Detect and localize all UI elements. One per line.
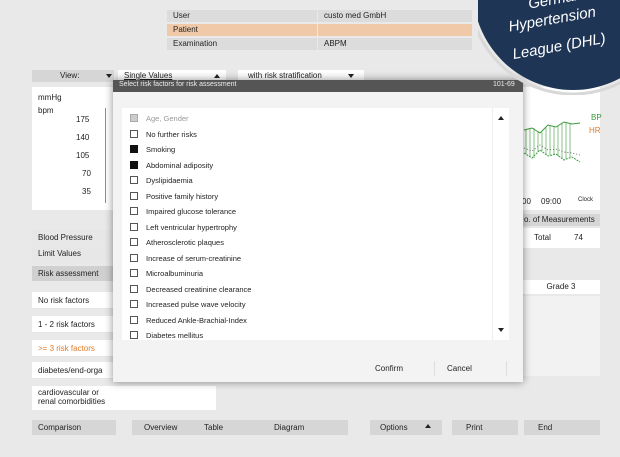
risk-factor-label: No further risks [146, 129, 197, 139]
risk-factor-label: Smoking [146, 145, 176, 154]
diagram-tab[interactable]: Diagram [268, 420, 348, 435]
risk-factor-checkbox[interactable] [130, 160, 138, 169]
risk-factor-label: Dyslipidaemia [146, 176, 193, 185]
options-button[interactable]: Options [370, 420, 442, 435]
risk-factor-checkbox[interactable] [130, 145, 138, 153]
risk-factor-checkbox[interactable] [130, 300, 138, 308]
risk-factor-checkbox[interactable] [130, 284, 138, 293]
blood-pressure-button[interactable]: Blood Pressure [32, 230, 116, 245]
risk-factor-label: Diabetes mellitus [146, 331, 204, 340]
risk-factor-checkbox [130, 114, 138, 122]
confirm-button[interactable]: Confirm [365, 361, 435, 376]
y-tick: 175 [76, 115, 90, 124]
risk-factor-checkbox[interactable] [130, 222, 138, 231]
risk-factor-checkbox[interactable] [130, 207, 138, 215]
risk-factor-label: Impaired glucose tolerance [146, 207, 237, 216]
risk-assessment-tab[interactable]: Risk assessment [32, 266, 116, 281]
comparison-button[interactable]: Comparison [32, 420, 116, 435]
risk-factor-label: Age, Gender [146, 114, 189, 123]
scroll-down-icon[interactable] [498, 328, 504, 332]
table-tab[interactable]: Table [198, 420, 268, 435]
limit-values-button[interactable]: Limit Values [32, 246, 116, 261]
user-label: User [167, 10, 317, 22]
risk-factor-label: Reduced Ankle-Brachial-Index [146, 315, 247, 325]
risk-factor-checkbox[interactable] [130, 238, 138, 246]
risk-factor-label: Increase of serum-creatinine [146, 253, 242, 263]
total-value: 74 [574, 233, 583, 242]
dialog-titlebar: Select risk factors for risk assessment … [113, 80, 523, 92]
exam-label: Examination [167, 38, 317, 50]
y-tick: 70 [82, 169, 91, 178]
risk-factor-list[interactable]: Age, Gender No further risks Smoking Abdomi… [122, 108, 509, 340]
end-button[interactable]: End [524, 420, 600, 435]
bpm-unit: bpm [38, 106, 54, 115]
legend-hr: HR [589, 126, 601, 135]
chevron-up-icon [214, 74, 220, 78]
exam-value: ABPM [318, 38, 472, 50]
grade-column [522, 296, 600, 376]
x-tick-label: 09:00 [541, 197, 562, 206]
risk-row-cardiovascular: cardiovascular or renal comorbidities [32, 386, 116, 410]
risk-row-diabetes: diabetes/end-orga [32, 362, 116, 379]
measurements-row: Total 74 [522, 228, 600, 248]
risk-factor-checkbox[interactable] [130, 253, 138, 262]
measurements-header: o. of Measurements [522, 214, 600, 226]
risk-factor-label: Positive family history [146, 191, 219, 201]
risk-factor-label: Left ventricular hypertrophy [146, 222, 237, 232]
patient-value [318, 24, 472, 36]
risk-row-3plus: >= 3 risk factors [32, 340, 116, 357]
total-label: Total [534, 233, 551, 242]
user-value: custo med GmbH [318, 10, 472, 22]
risk-factor-checkbox[interactable] [130, 129, 138, 138]
x-axis-unit: Clock [578, 197, 594, 203]
chevron-down-icon[interactable] [106, 74, 112, 78]
risk-row-1-2: 1 - 2 risk factors [32, 316, 116, 333]
risk-factor-label: Decreased creatinine clearance [146, 284, 252, 294]
risk-factor-label: Increased pulse wave velocity [146, 300, 246, 309]
dialog-title: Select risk factors for risk assessment [119, 81, 237, 88]
risk-factor-checkbox[interactable] [130, 331, 138, 339]
grade3-header: Grade 3 [522, 280, 600, 294]
overview-tab[interactable]: Overview [132, 420, 198, 435]
chevron-down-icon [348, 74, 354, 78]
risk-factor-checkbox[interactable] [130, 269, 138, 277]
y-tick: 105 [76, 151, 90, 160]
risk-factor-label: Microalbuminuria [146, 269, 204, 278]
mmhg-unit: mmHg [38, 93, 62, 102]
cancel-button[interactable]: Cancel [437, 361, 507, 376]
risk-table-panel [116, 386, 216, 410]
scrollbar[interactable] [492, 108, 509, 340]
risk-items-container: Age, Gender No further risks Smoking Abdomi… [122, 113, 482, 340]
risk-row-none: No risk factors [32, 292, 116, 309]
x-tick-label: 00 [522, 197, 531, 206]
y-axis [105, 108, 106, 203]
risk-factor-checkbox[interactable] [130, 191, 138, 200]
scroll-up-icon[interactable] [498, 116, 504, 120]
y-tick: 140 [76, 133, 90, 142]
chevron-up-icon [425, 424, 431, 428]
print-button[interactable]: Print [452, 420, 518, 435]
risk-factor-checkbox[interactable] [130, 315, 138, 324]
y-tick: 35 [82, 187, 91, 196]
risk-factor-label: Atherosclerotic plaques [146, 238, 224, 247]
risk-factor-dialog: Select risk factors for risk assessment … [113, 80, 523, 382]
legend-bp: BP [591, 113, 602, 122]
view-label: View: [32, 70, 114, 82]
patient-label: Patient [167, 24, 317, 36]
chart-plot-fragment [523, 121, 581, 163]
risk-factor-checkbox[interactable] [130, 176, 138, 184]
risk-factor-label: Abdominal adiposity [146, 160, 214, 170]
